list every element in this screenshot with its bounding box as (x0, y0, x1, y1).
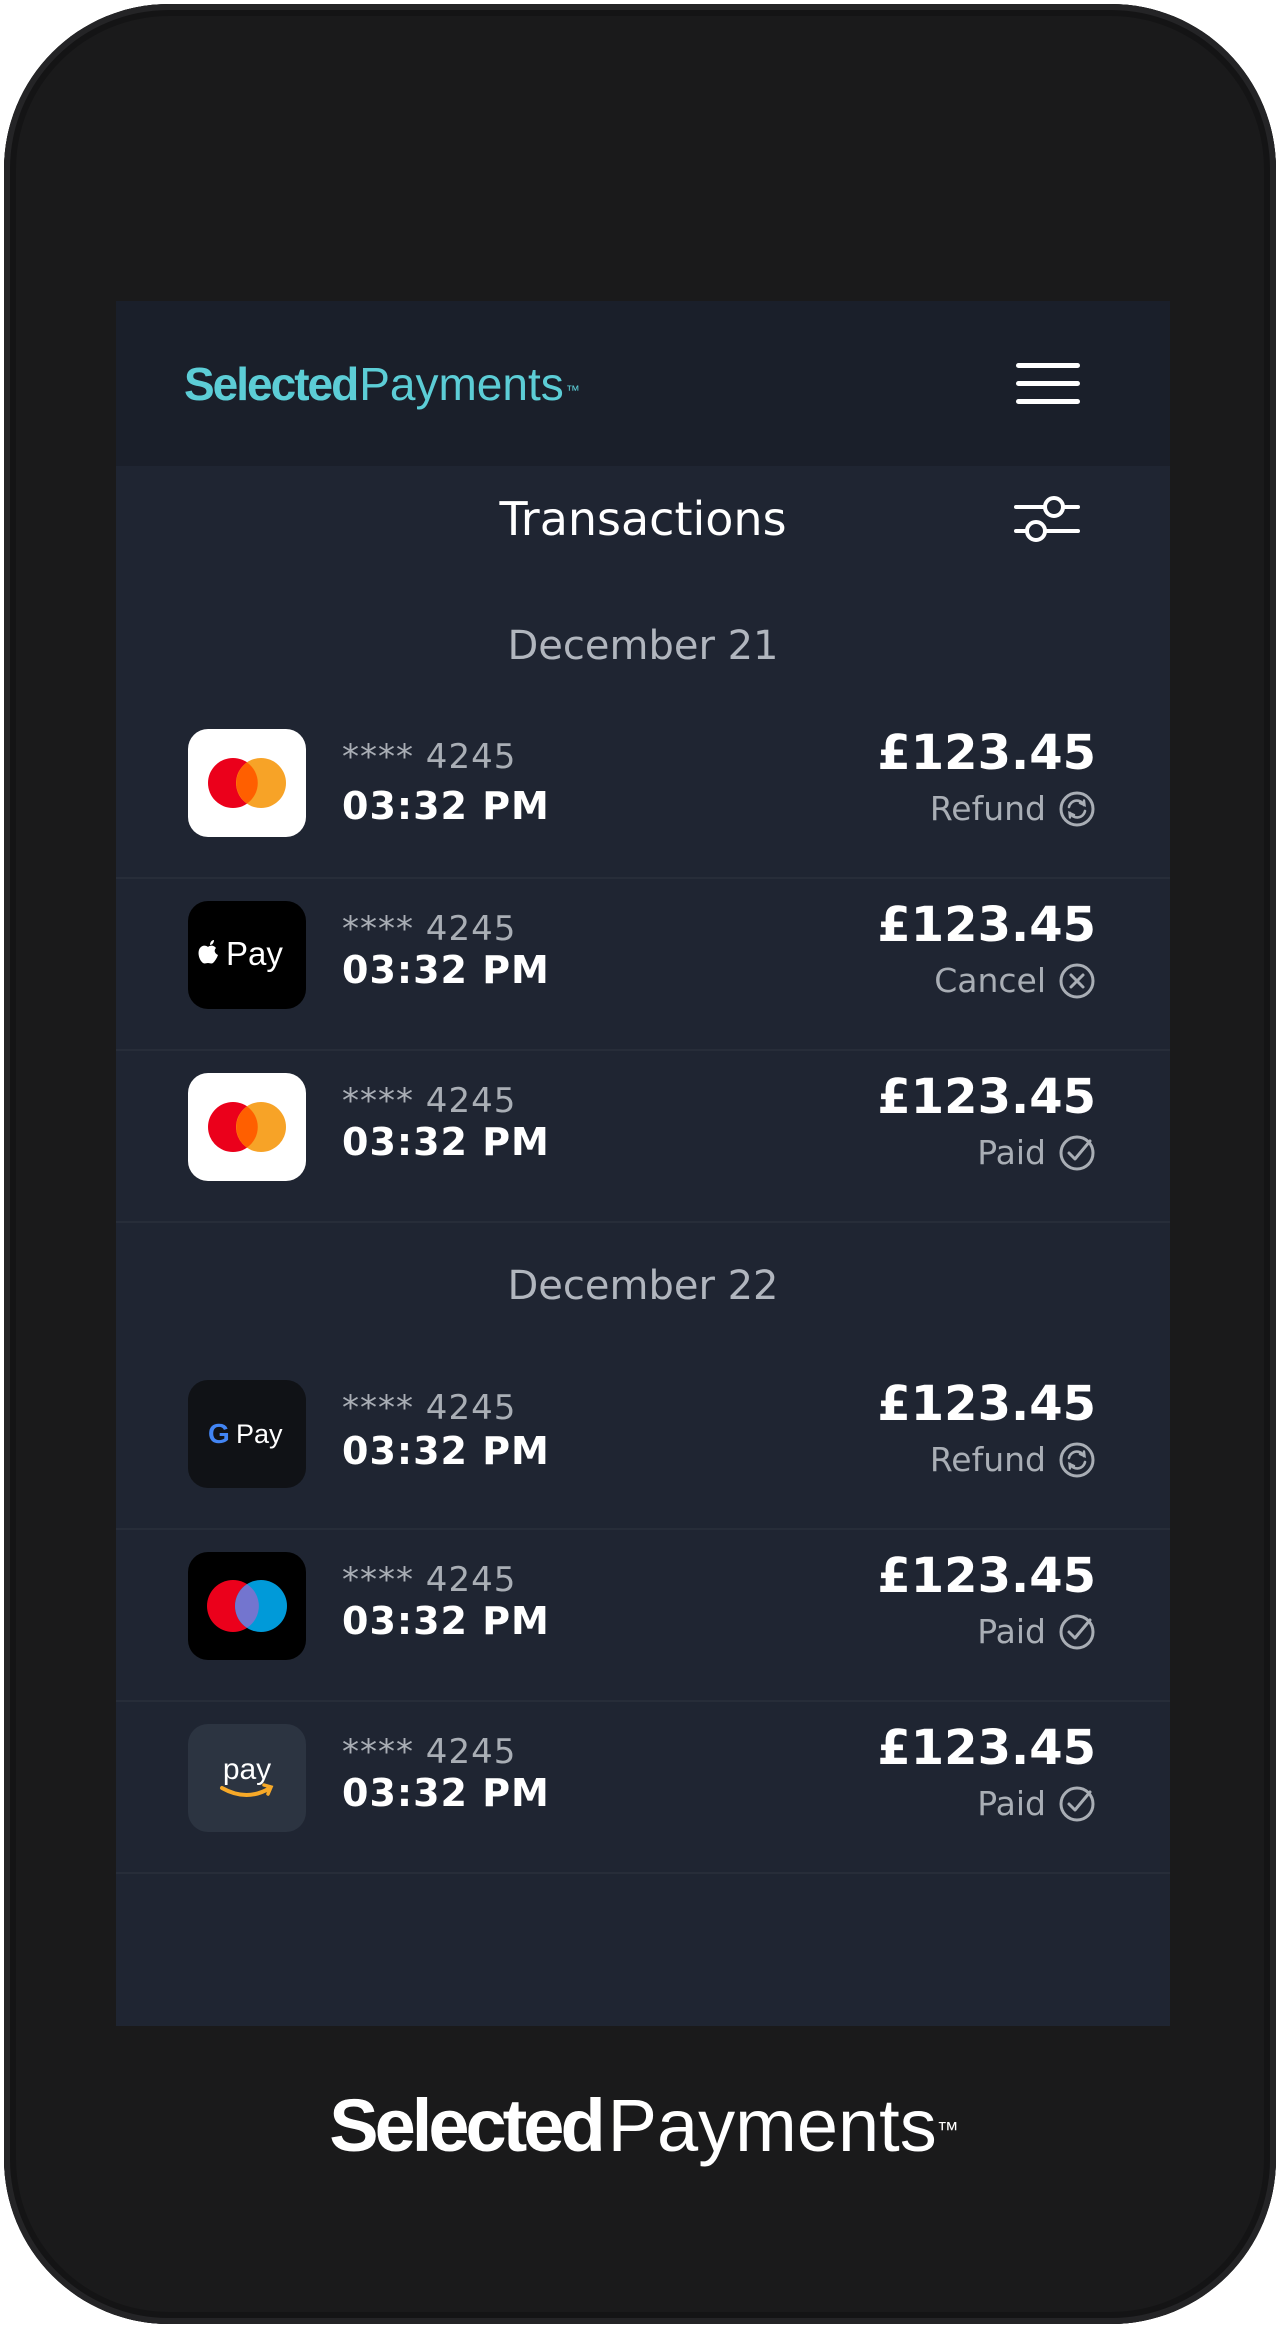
card-number: **** 4245 (342, 909, 517, 949)
refund-icon (1059, 1442, 1095, 1478)
card-number: **** 4245 (342, 737, 517, 777)
transaction-amount: £123.45 (877, 897, 1096, 953)
device-brand-bold: Selected (329, 2084, 605, 2167)
status-label: Refund (929, 789, 1046, 828)
transaction-row[interactable]: **** 4245 03:32 PM £123.45 Refund (116, 705, 1170, 879)
svg-text:Pay: Pay (226, 935, 283, 972)
hamburger-icon[interactable] (1012, 359, 1084, 409)
check-icon (1059, 1786, 1095, 1822)
transaction-row[interactable]: **** 4245 03:32 PM £123.45 Paid (116, 1049, 1170, 1223)
phone-device: SelectedPayments ™ Transactions December … (4, 4, 1276, 2324)
transaction-amount: £123.45 (877, 1720, 1096, 1776)
device-brand: SelectedPayments™ (4, 2084, 1280, 2168)
transaction-amount: £123.45 (877, 1548, 1096, 1604)
check-icon (1059, 1614, 1095, 1650)
device-brand-trademark: ™ (936, 2117, 959, 2142)
status-badge: Refund (930, 787, 1096, 831)
status-badge: Paid (977, 1131, 1096, 1175)
svg-text:G: G (208, 1418, 230, 1449)
card-number: **** 4245 (342, 1081, 517, 1121)
date-header: December 22 (507, 1263, 779, 1309)
cancel-icon (1059, 963, 1095, 999)
svg-text:Pay: Pay (236, 1419, 283, 1449)
refund-icon (1059, 791, 1095, 827)
card-number: **** 4245 (342, 1732, 517, 1772)
transaction-amount: £123.45 (877, 1069, 1096, 1125)
status-label: Cancel (934, 961, 1046, 1000)
transaction-time: 03:32 PM (342, 784, 550, 828)
status-badge: Refund (930, 1438, 1096, 1482)
status-label: Refund (929, 1440, 1046, 1479)
transaction-row[interactable]: pay **** 4245 03:32 PM £123.45 Paid (116, 1700, 1170, 1874)
transaction-amount: £123.45 (877, 725, 1096, 781)
status-label: Paid (977, 1612, 1046, 1651)
transaction-time: 03:32 PM (342, 1599, 550, 1643)
app-bar: SelectedPayments ™ (116, 301, 1170, 466)
transaction-row[interactable]: G Pay **** 4245 03:32 PM £123.45 Refund (116, 1356, 1170, 1530)
transaction-time: 03:32 PM (342, 1429, 550, 1473)
status-label: Paid (977, 1133, 1046, 1172)
status-label: Paid (977, 1784, 1046, 1823)
mastercard-icon (188, 729, 306, 837)
check-icon (1059, 1135, 1095, 1171)
status-badge: Paid (977, 1610, 1096, 1654)
svg-text:pay: pay (223, 1753, 271, 1786)
amazon-pay-icon: pay (188, 1724, 306, 1832)
date-header: December 21 (507, 623, 779, 669)
status-badge: Cancel (934, 959, 1096, 1003)
card-number: **** 4245 (342, 1560, 517, 1600)
mastercard-icon (188, 1073, 306, 1181)
transaction-amount: £123.45 (877, 1376, 1096, 1432)
apple-pay-icon: Pay (188, 901, 306, 1009)
status-badge: Paid (977, 1782, 1096, 1826)
app-screen: SelectedPayments ™ Transactions December … (116, 301, 1170, 2026)
transaction-row[interactable]: Pay **** 4245 03:32 PM £123.45 Cancel (116, 877, 1170, 1051)
brand-light: Payments (359, 358, 564, 410)
brand-trademark: ™ (565, 382, 580, 398)
sliders-icon[interactable] (1010, 489, 1082, 549)
transaction-time: 03:32 PM (342, 1120, 550, 1164)
transaction-time: 03:32 PM (342, 948, 550, 992)
google-pay-icon: G Pay (188, 1380, 306, 1488)
transaction-row[interactable]: **** 4245 03:32 PM £123.45 Paid (116, 1528, 1170, 1702)
maestro-icon (188, 1552, 306, 1660)
brand-bold: Selected (184, 358, 359, 410)
transaction-time: 03:32 PM (342, 1771, 550, 1815)
device-brand-light: Payments (607, 2084, 937, 2167)
card-number: **** 4245 (342, 1388, 517, 1428)
brand-logo: SelectedPayments ™ (184, 357, 580, 411)
